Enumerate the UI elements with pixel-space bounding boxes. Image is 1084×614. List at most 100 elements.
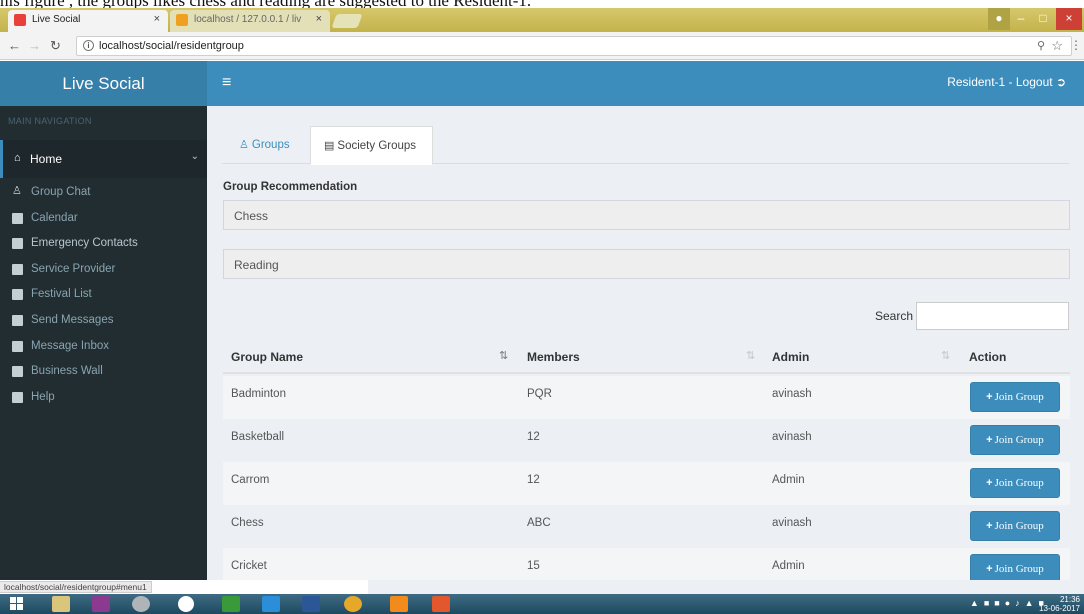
sidebar-item-label: Business Wall: [31, 365, 103, 378]
close-tab-icon[interactable]: ×: [154, 13, 160, 25]
tab-groups[interactable]: ♙ Groups: [222, 126, 310, 164]
cell-admin: avinash: [772, 431, 812, 443]
app-header: Live Social ≡ Resident-1 - Logout ➲: [0, 61, 1084, 106]
search-input[interactable]: [916, 302, 1069, 330]
sidebar-item-home[interactable]: ⌂ Home ⌄: [0, 140, 207, 178]
sidebar-item-label: Service Provider: [31, 262, 116, 275]
paint-app-icon[interactable]: [92, 596, 110, 612]
join-group-button[interactable]: + Join Group: [970, 511, 1060, 541]
column-header-admin[interactable]: Admin: [772, 350, 809, 364]
column-header-members[interactable]: Members: [527, 350, 580, 364]
taskbar: ▲ ■ ■ ● ♪ ▲ ■ 21:36 13-06-2017: [0, 594, 1084, 614]
join-group-label: Join Group: [994, 434, 1044, 446]
file-icon: [12, 366, 23, 378]
sidebar-item-group-chat[interactable]: ♙ Group Chat: [0, 182, 207, 208]
file-icon: [12, 212, 23, 224]
file-explorer-icon[interactable]: [52, 596, 70, 612]
window-close-button[interactable]: ×: [1056, 8, 1082, 30]
sidebar-item-service-provider[interactable]: Service Provider: [0, 259, 207, 285]
maximize-button[interactable]: □: [1032, 8, 1054, 30]
status-strip: [0, 580, 1084, 594]
tab-society-groups[interactable]: ▤ Society Groups: [310, 126, 433, 165]
plus-icon: +: [986, 391, 993, 403]
screen: his figure , the groups likes chess and …: [0, 0, 1084, 614]
recommendation-item: Reading: [223, 249, 1070, 279]
sidebar-item-label: Message Inbox: [31, 339, 109, 352]
sidebar-item-festival-list[interactable]: Festival List: [0, 284, 207, 310]
sort-asc-icon[interactable]: ⇅: [499, 349, 508, 362]
forward-arrow-icon[interactable]: →: [28, 38, 41, 53]
hp-icon[interactable]: [178, 596, 194, 612]
media-player-icon[interactable]: [132, 596, 150, 612]
zoom-icon[interactable]: ⚲: [1037, 39, 1045, 52]
user-profile-icon[interactable]: ●: [988, 8, 1010, 30]
tab-label: Society Groups: [337, 140, 417, 152]
browser-titlebar: Live Social × localhost / 127.0.0.1 / li…: [0, 8, 1084, 32]
logout-link[interactable]: Resident-1 - Logout ➲: [947, 75, 1066, 89]
taskbar-clock[interactable]: 21:36 13-06-2017: [1039, 595, 1080, 613]
windows-start-icon[interactable]: [10, 597, 24, 611]
chrome-icon[interactable]: [344, 596, 362, 612]
users-icon: ♙: [239, 139, 249, 151]
cell-admin: avinash: [772, 388, 812, 400]
phpmyadmin-favicon-icon: [176, 14, 188, 26]
cell-admin: Admin: [772, 474, 805, 486]
minimize-button[interactable]: –: [1010, 8, 1032, 30]
column-header-action: Action: [969, 350, 1007, 364]
browser-toolbar: ← → ↻ i localhost/social/residentgroup ⚲…: [0, 32, 1084, 60]
sidebar-item-label: Help: [31, 390, 55, 403]
info-icon[interactable]: i: [83, 40, 94, 51]
edge-browser-icon[interactable]: [262, 596, 280, 612]
xampp-icon[interactable]: [432, 596, 450, 612]
sidebar-item-help[interactable]: Help: [0, 387, 207, 413]
sort-icon[interactable]: ⇅: [941, 349, 950, 362]
table-row: Badminton PQR avinash + Join Group: [223, 376, 1070, 419]
cell-members: 12: [527, 431, 540, 443]
column-header-group-name[interactable]: Group Name: [231, 350, 303, 364]
group-tabs: ♙ Groups ▤ Society Groups: [222, 126, 1069, 165]
clock-date: 13-06-2017: [1039, 604, 1080, 613]
store-icon[interactable]: [222, 596, 240, 612]
sidebar-item-calendar[interactable]: Calendar: [0, 208, 207, 234]
sort-icon[interactable]: ⇅: [746, 349, 755, 362]
table-row: Basketball 12 avinash + Join Group: [223, 419, 1070, 462]
word-icon[interactable]: [302, 596, 320, 612]
join-group-button[interactable]: + Join Group: [970, 382, 1060, 412]
join-group-button[interactable]: + Join Group: [970, 554, 1060, 580]
sidebar-item-emergency-contacts[interactable]: Emergency Contacts: [0, 233, 207, 259]
system-tray[interactable]: ▲ ■ ■ ● ♪ ▲ ■: [970, 598, 1044, 608]
browser-tab-phpmyadmin[interactable]: localhost / 127.0.0.1 / liv ×: [170, 10, 330, 32]
back-arrow-icon[interactable]: ←: [8, 38, 21, 53]
cell-group-name: Carrom: [231, 474, 270, 486]
file-icon: [12, 263, 23, 275]
address-url[interactable]: localhost/social/residentgroup: [99, 40, 244, 52]
chrome-menu-icon[interactable]: ⋮: [1070, 38, 1082, 52]
list-icon: ▤: [324, 140, 335, 152]
join-group-label: Join Group: [994, 477, 1044, 489]
plus-icon: +: [986, 563, 993, 575]
join-group-button[interactable]: + Join Group: [970, 468, 1060, 498]
search-label: Search: [875, 309, 914, 323]
sidebar-item-message-inbox[interactable]: Message Inbox: [0, 336, 207, 362]
bookmark-star-icon[interactable]: ☆: [1051, 38, 1063, 54]
vlc-icon[interactable]: [390, 596, 408, 612]
file-icon: [12, 314, 23, 326]
cell-members: ABC: [527, 517, 551, 529]
browser-tab-live-social[interactable]: Live Social ×: [8, 10, 168, 32]
close-tab-icon[interactable]: ×: [316, 13, 322, 25]
sidebar-toggle-icon[interactable]: ≡: [222, 74, 231, 92]
plus-icon: +: [986, 520, 993, 532]
chevron-down-icon: ⌄: [190, 151, 199, 162]
sidebar-item-send-messages[interactable]: Send Messages: [0, 310, 207, 336]
app-logo[interactable]: Live Social: [0, 61, 207, 106]
join-group-button[interactable]: + Join Group: [970, 425, 1060, 455]
reload-icon[interactable]: ↻: [50, 38, 61, 54]
cell-group-name: Basketball: [231, 431, 285, 443]
file-icon: [12, 391, 23, 403]
sidebar-item-label: Send Messages: [31, 313, 114, 326]
new-tab-button[interactable]: [331, 14, 363, 28]
sidebar-item-business-wall[interactable]: Business Wall: [0, 361, 207, 387]
contact-card-icon: [12, 238, 23, 250]
file-icon: [12, 340, 23, 352]
address-bar[interactable]: i localhost/social/residentgroup ⚲ ☆: [76, 36, 1072, 56]
